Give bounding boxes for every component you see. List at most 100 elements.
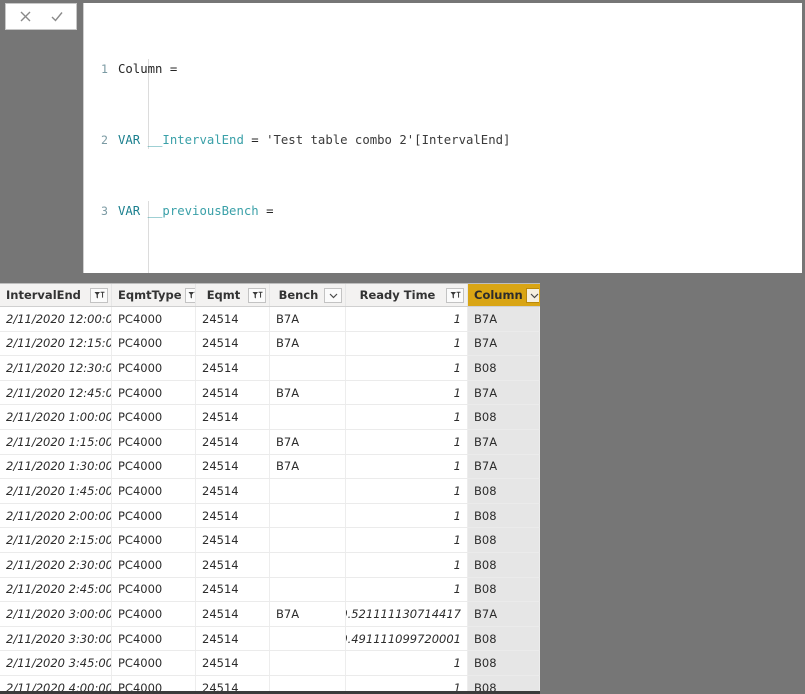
filter-sorted-icon[interactable] [446,287,464,303]
cell-eqmttype[interactable]: PC4000 [112,552,196,577]
table-row[interactable]: 2/11/2020 3:30:00 AMPC400024514 0.4911110… [0,626,540,652]
cell-eqmttype[interactable]: PC4000 [112,503,196,528]
code-lines[interactable]: 1 Column = 2 VAR __IntervalEnd = 'Test tab… [84,3,802,273]
table-row[interactable]: 2/11/2020 2:00:00 AMPC400024514 1B08 [0,503,540,529]
cell-column[interactable]: B08 [468,479,540,503]
cell-intervalend[interactable]: 2/11/2020 12:00:00 AM [0,307,112,331]
chevron-down-icon[interactable] [525,287,539,303]
cell-bench[interactable] [270,626,346,651]
table-header-eqmttype[interactable]: EqmtType [112,284,196,306]
cell-readytime[interactable]: 1 [346,331,468,356]
table-header-intervalend[interactable]: IntervalEnd [0,284,112,306]
cell-eqmttype[interactable]: PC4000 [112,602,196,626]
cell-readytime[interactable]: 1 [346,356,468,380]
cell-eqmttype[interactable]: PC4000 [112,651,196,675]
cell-intervalend[interactable]: 2/11/2020 1:00:00 AM [0,405,112,429]
cell-eqmt[interactable]: 24514 [196,356,270,380]
cell-eqmt[interactable]: 24514 [196,454,270,479]
cell-eqmttype[interactable]: PC4000 [112,405,196,429]
cell-eqmttype[interactable]: PC4000 [112,454,196,479]
cell-intervalend[interactable]: 2/11/2020 1:45:00 AM [0,479,112,503]
filter-sorted-icon[interactable] [90,287,108,303]
cell-bench[interactable] [270,552,346,577]
cell-bench[interactable]: B7A [270,380,346,405]
cell-eqmttype[interactable]: PC4000 [112,479,196,503]
cell-eqmt[interactable]: 24514 [196,528,270,552]
checkmark-icon[interactable] [48,8,65,25]
cell-eqmt[interactable]: 24514 [196,307,270,331]
cell-readytime[interactable]: 1 [346,479,468,503]
cell-eqmt[interactable]: 24514 [196,651,270,675]
table-row[interactable]: 2/11/2020 2:30:00 AMPC400024514 1B08 [0,552,540,578]
cell-eqmt[interactable]: 24514 [196,552,270,577]
dax-formula-editor[interactable]: 1 Column = 2 VAR __IntervalEnd = 'Test tab… [83,3,802,273]
table-row[interactable]: 2/11/2020 12:15:00 AMPC400024514B7A1B7A [0,331,540,357]
cell-column[interactable]: B7A [468,331,540,356]
cell-intervalend[interactable]: 2/11/2020 1:30:00 AM [0,454,112,479]
cell-column[interactable]: B7A [468,429,540,454]
cell-eqmt[interactable]: 24514 [196,380,270,405]
cell-column[interactable]: B08 [468,503,540,528]
cell-bench[interactable]: B7A [270,429,346,454]
cell-intervalend[interactable]: 2/11/2020 1:15:00 AM [0,429,112,454]
cell-eqmttype[interactable]: PC4000 [112,429,196,454]
cell-intervalend[interactable]: 2/11/2020 3:00:00 AM [0,602,112,626]
cell-eqmt[interactable]: 24514 [196,577,270,602]
cell-column[interactable]: B08 [468,651,540,675]
cell-eqmt[interactable]: 24514 [196,331,270,356]
cell-eqmttype[interactable]: PC4000 [112,356,196,380]
filter-sorted-icon[interactable] [248,287,266,303]
table-row[interactable]: 2/11/2020 2:45:00 AMPC400024514 1B08 [0,577,540,603]
table-row[interactable]: 2/11/2020 1:00:00 AMPC400024514 1B08 [0,405,540,430]
table-row[interactable]: 2/11/2020 1:30:00 AMPC400024514B7A1B7A [0,454,540,480]
cell-column[interactable]: B08 [468,528,540,552]
cell-readytime[interactable]: 0.521111130714417 [346,602,468,626]
cell-bench[interactable]: B7A [270,307,346,331]
cell-readytime[interactable]: 0.491111099720001 [346,626,468,651]
cell-readytime[interactable]: 1 [346,503,468,528]
cell-eqmttype[interactable]: PC4000 [112,577,196,602]
cell-column[interactable]: B7A [468,307,540,331]
cell-bench[interactable]: B7A [270,454,346,479]
cell-readytime[interactable]: 1 [346,307,468,331]
table-header-readytime[interactable]: Ready Time [346,284,468,306]
table-header-eqmt[interactable]: Eqmt [196,284,270,306]
cell-bench[interactable] [270,356,346,380]
table-row[interactable]: 2/11/2020 12:30:00 AMPC400024514 1B08 [0,356,540,381]
cell-readytime[interactable]: 1 [346,577,468,602]
filter-sorted-icon[interactable] [184,287,195,303]
cell-intervalend[interactable]: 2/11/2020 3:30:00 AM [0,626,112,651]
cell-bench[interactable] [270,503,346,528]
table-row[interactable]: 2/11/2020 12:45:00 AMPC400024514B7A1B7A [0,380,540,406]
cell-column[interactable]: B7A [468,602,540,626]
cell-readytime[interactable]: 1 [346,429,468,454]
cell-readytime[interactable]: 1 [346,405,468,429]
cell-readytime[interactable]: 1 [346,528,468,552]
close-x-icon[interactable] [17,8,34,25]
cell-intervalend[interactable]: 2/11/2020 2:30:00 AM [0,552,112,577]
table-header-bench[interactable]: Bench [270,284,346,306]
table-row[interactable]: 2/11/2020 2:15:00 AMPC400024514 1B08 [0,528,540,553]
cell-intervalend[interactable]: 2/11/2020 12:45:00 AM [0,380,112,405]
cell-eqmttype[interactable]: PC4000 [112,626,196,651]
table-header-column[interactable]: Column [468,284,540,306]
table-row[interactable]: 2/11/2020 12:00:00 AMPC400024514B7A1B7A [0,307,540,332]
table-row[interactable]: 2/11/2020 1:45:00 AMPC400024514 1B08 [0,479,540,504]
cell-bench[interactable] [270,405,346,429]
cell-column[interactable]: B08 [468,405,540,429]
cell-intervalend[interactable]: 2/11/2020 2:15:00 AM [0,528,112,552]
cell-intervalend[interactable]: 2/11/2020 2:00:00 AM [0,503,112,528]
cell-eqmt[interactable]: 24514 [196,405,270,429]
cell-column[interactable]: B08 [468,356,540,380]
cell-eqmttype[interactable]: PC4000 [112,307,196,331]
cell-eqmt[interactable]: 24514 [196,503,270,528]
cell-eqmttype[interactable]: PC4000 [112,380,196,405]
table-row[interactable]: 2/11/2020 3:00:00 AMPC400024514B7A0.5211… [0,602,540,627]
cell-readytime[interactable]: 1 [346,651,468,675]
cell-column[interactable]: B7A [468,380,540,405]
chevron-down-icon[interactable] [324,287,342,303]
cell-bench[interactable] [270,528,346,552]
cell-intervalend[interactable]: 2/11/2020 2:45:00 AM [0,577,112,602]
cell-bench[interactable] [270,651,346,675]
cell-eqmt[interactable]: 24514 [196,429,270,454]
